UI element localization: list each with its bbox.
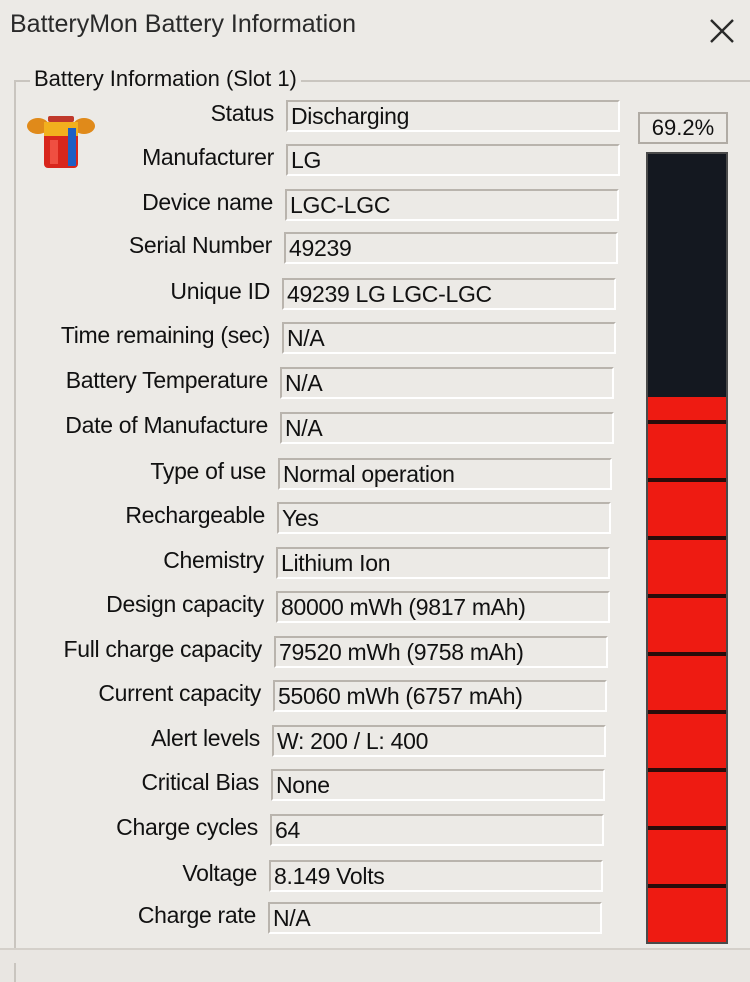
label-manufacturer: Manufacturer xyxy=(142,144,274,170)
label-time-remaining: Time remaining (sec) xyxy=(60,322,270,348)
field-date-of-manufacture: N/A xyxy=(280,412,614,444)
field-voltage: 8.149 Volts xyxy=(269,860,603,892)
field-critical-bias: None xyxy=(271,769,605,801)
field-alert-levels: W: 200 / L: 400 xyxy=(272,725,606,757)
field-unique-id: 49239 LG LGC-LGC xyxy=(282,278,616,310)
field-type-of-use: Normal operation xyxy=(278,458,612,490)
field-charge-cycles: 64 xyxy=(270,814,604,846)
label-voltage: Voltage xyxy=(182,860,257,886)
field-full-charge-capacity: 79520 mWh (9758 mAh) xyxy=(274,636,608,668)
field-device-name: LGC-LGC xyxy=(285,189,619,221)
field-design-capacity: 80000 mWh (9817 mAh) xyxy=(276,591,610,623)
label-device-name: Device name xyxy=(142,189,273,215)
label-alert-levels: Alert levels xyxy=(151,725,260,751)
label-critical-bias: Critical Bias xyxy=(141,769,259,795)
group-label: Battery Information (Slot 1) xyxy=(30,66,301,92)
label-full-charge-capacity: Full charge capacity xyxy=(63,636,262,662)
field-rechargeable: Yes xyxy=(277,502,611,534)
close-button[interactable] xyxy=(700,14,744,48)
window-title: BatteryMon Battery Information xyxy=(10,10,356,38)
field-serial-number: 49239 xyxy=(284,232,618,264)
field-current-capacity: 55060 mWh (6757 mAh) xyxy=(273,680,607,712)
charge-percent-label: 69.2% xyxy=(638,112,728,144)
label-rechargeable: Rechargeable xyxy=(125,502,265,528)
label-serial-number: Serial Number xyxy=(128,232,272,258)
battery-info-window: BatteryMon Battery Information Battery I… xyxy=(0,0,750,982)
label-battery-temperature: Battery Temperature xyxy=(65,367,269,393)
field-manufacturer: LG xyxy=(286,144,620,176)
label-date-of-manufacture: Date of Manufacture xyxy=(65,412,268,438)
field-status: Discharging xyxy=(286,100,620,132)
field-time-remaining: N/A xyxy=(282,322,616,354)
label-current-capacity: Current capacity xyxy=(98,680,261,706)
field-charge-rate: N/A xyxy=(268,902,602,934)
title-bar: BatteryMon Battery Information xyxy=(0,0,750,56)
charge-level-gauge xyxy=(646,152,728,944)
field-battery-temperature: N/A xyxy=(280,367,614,399)
close-icon xyxy=(710,19,734,43)
label-type-of-use: Type of use xyxy=(150,458,266,484)
label-unique-id: Unique ID xyxy=(170,278,270,304)
label-chemistry: Chemistry xyxy=(163,547,264,573)
label-charge-cycles: Charge cycles xyxy=(116,814,258,840)
field-chemistry: Lithium Ion xyxy=(276,547,610,579)
label-status: Status xyxy=(210,100,275,126)
label-charge-rate: Charge rate xyxy=(137,902,256,928)
battery-mascot-icon xyxy=(27,116,95,168)
label-design-capacity: Design capacity xyxy=(106,591,264,617)
charge-level-fill xyxy=(648,396,726,942)
